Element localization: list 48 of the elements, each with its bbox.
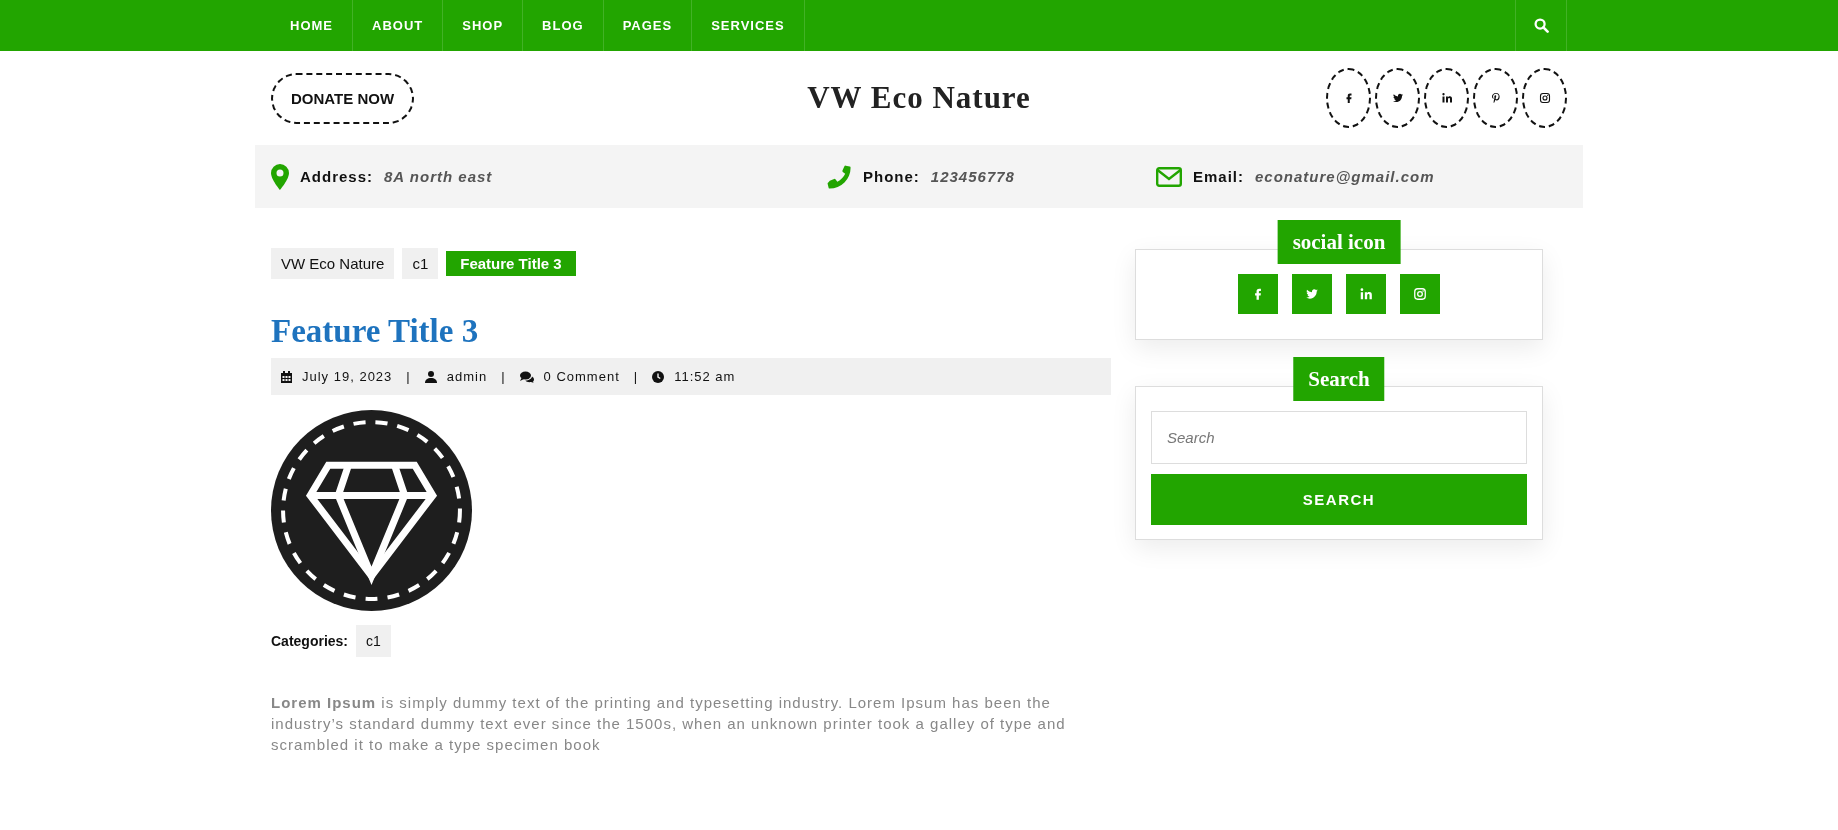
linkedin-icon xyxy=(1440,92,1453,104)
twitter-icon xyxy=(1305,287,1319,301)
nav-link[interactable]: HOME xyxy=(271,0,353,51)
nav-link[interactable]: PAGES xyxy=(603,0,693,51)
contact-label: Address: xyxy=(300,168,374,185)
breadcrumb-item[interactable]: c1 xyxy=(402,248,439,279)
meta-separator: | xyxy=(632,369,640,384)
site-title: VW Eco Nature xyxy=(807,80,1031,116)
categories-label: Categories: xyxy=(271,633,349,649)
pinterest-icon xyxy=(1489,92,1502,104)
linkedin-icon xyxy=(1359,287,1373,301)
meta-separator: | xyxy=(405,369,412,384)
contact-value: 8A north east xyxy=(384,168,493,185)
calendar-icon xyxy=(281,370,292,383)
post-body-text: Lorem Ipsum is simply dummy text of the printing and typesetting industry. Lorem Ipsum has been the industry’s standard dummy text ever since the 1500s, when an unknown printer took a galley of type and scrambled it to make a type specimen book xyxy=(271,693,1067,755)
contact-label: Email: xyxy=(1193,168,1244,185)
search-field[interactable]: Search xyxy=(1151,411,1527,464)
meta-text: 11:52 am xyxy=(674,369,736,384)
widget-title: Search xyxy=(1293,357,1385,401)
instagram-icon xyxy=(1538,92,1551,104)
breadcrumb-item[interactable]: VW Eco Nature xyxy=(271,248,395,279)
search-button[interactable]: SEARCH xyxy=(1151,474,1527,525)
user-icon xyxy=(424,370,437,383)
meta-text: admin xyxy=(446,369,488,384)
search-icon xyxy=(1533,18,1549,33)
comments-icon xyxy=(519,370,534,383)
envelope-icon xyxy=(1156,166,1182,187)
nav-link[interactable]: SHOP xyxy=(443,0,524,51)
contact-value: 123456778 xyxy=(930,168,1015,185)
twitter-icon xyxy=(1391,92,1404,104)
instagram-icon xyxy=(1413,287,1427,301)
nav-link[interactable]: SERVICES xyxy=(692,0,805,51)
post-title: Feature Title 3 xyxy=(271,313,480,350)
category-tag[interactable]: c1 xyxy=(356,625,391,657)
widget-title: social icon xyxy=(1277,220,1401,264)
search-toggle-button[interactable] xyxy=(1515,0,1567,51)
breadcrumb-item[interactable]: Feature Title 3 xyxy=(446,251,576,276)
clock-icon xyxy=(652,370,665,383)
meta-text: 0 Comment xyxy=(543,369,620,384)
phone-icon xyxy=(826,163,852,190)
meta-text: July 19, 2023 xyxy=(302,369,393,384)
meta-separator: | xyxy=(500,369,507,384)
contact-label: Phone: xyxy=(863,168,920,185)
nav-link[interactable]: ABOUT xyxy=(353,0,444,51)
donate-button[interactable]: DONATE NOW xyxy=(271,72,415,124)
nav-link[interactable]: BLOG xyxy=(523,0,604,51)
map-pin-icon xyxy=(271,163,289,190)
contact-value: econature@gmail.com xyxy=(1255,168,1435,185)
